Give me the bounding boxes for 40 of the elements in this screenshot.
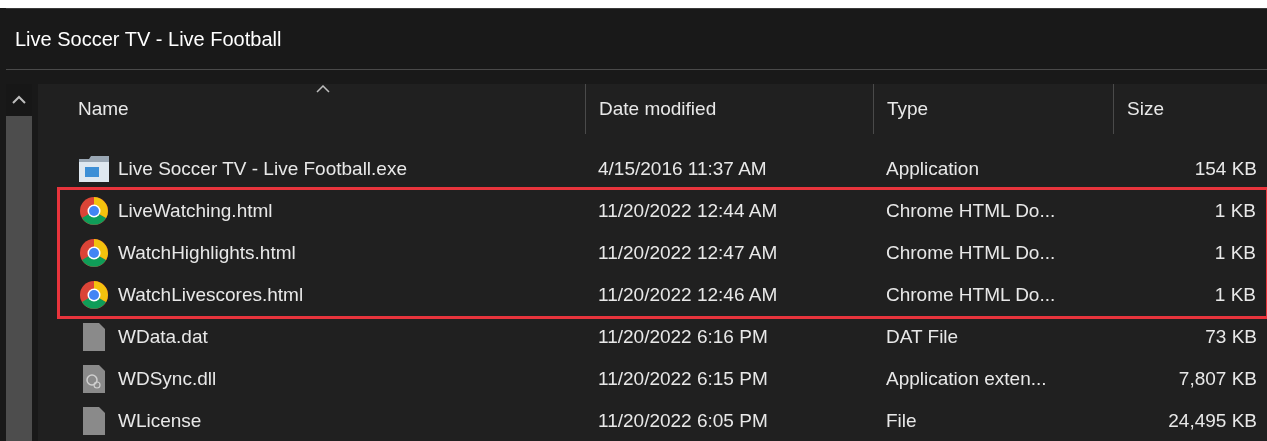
column-header[interactable]: Size [1127,94,1164,124]
date-modified: 11/20/2022 12:47 AM [598,241,778,263]
gear-file-icon [82,364,106,394]
file-type: Application [886,157,979,179]
file-size: 24,495 KB [1168,408,1257,433]
file-type: File [886,409,917,431]
file-size: 1 KB [1214,198,1256,223]
file-name[interactable]: Live Soccer TV - Live Football.exe [118,154,407,184]
file-type: DAT File [886,325,959,347]
browser-icon [79,238,109,268]
file-size: 154 KB [1194,156,1257,181]
file-name[interactable]: LiveWatching.html [118,196,273,226]
file-type: Application exten... [886,367,1047,389]
file-type: Chrome HTML Do... [886,199,1056,221]
file-size: 7,807 KB [1178,366,1257,391]
file-type: Chrome HTML Do... [886,283,1056,305]
date-modified: 4/15/2016 11:37 AM [598,157,767,179]
browser-icon [79,196,109,226]
date-modified: 11/20/2022 12:44 AM [598,199,778,221]
application-icon [78,154,110,184]
window-title: Live Soccer TV - Live Football [15,27,282,52]
file-size: 1 KB [1214,282,1256,307]
date-modified: 11/20/2022 6:15 PM [598,367,768,389]
file-name[interactable]: WData.dat [118,322,208,352]
column-header[interactable]: Name [78,94,129,124]
file-icon [82,322,106,352]
file-name[interactable]: WLicense [118,406,202,436]
date-modified: 11/20/2022 6:16 PM [598,325,768,347]
browser-icon [79,280,109,310]
file-type: Chrome HTML Do... [886,241,1056,263]
date-modified: 11/20/2022 12:46 AM [598,283,778,305]
file-icon [82,406,106,436]
column-header[interactable]: Type [887,94,929,124]
date-modified: 11/20/2022 6:05 PM [598,409,768,431]
file-size: 73 KB [1205,324,1257,349]
file-name[interactable]: WatchHighlights.html [118,238,296,268]
column-header[interactable]: Date modified [599,94,717,124]
file-size: 1 KB [1214,240,1256,265]
file-name[interactable]: WDSync.dll [118,364,217,394]
file-name[interactable]: WatchLivescores.html [118,280,304,310]
